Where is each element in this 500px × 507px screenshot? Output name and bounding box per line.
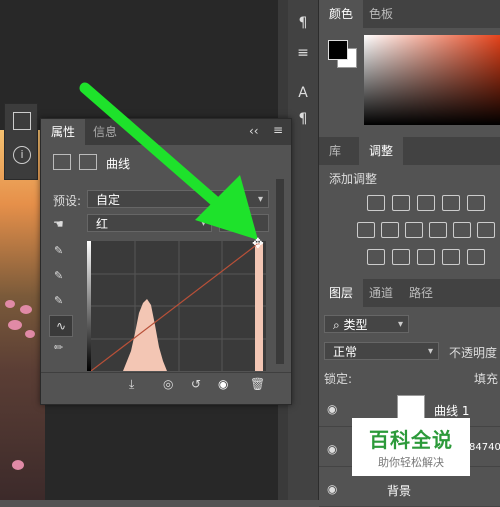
watermark-badge: 百科全说 助你轻松解决	[352, 418, 470, 476]
move-cursor-icon: ✥	[252, 236, 264, 252]
watermark-subtitle: 助你轻松解决	[378, 456, 444, 469]
watermark-title: 百科全说	[369, 428, 453, 452]
